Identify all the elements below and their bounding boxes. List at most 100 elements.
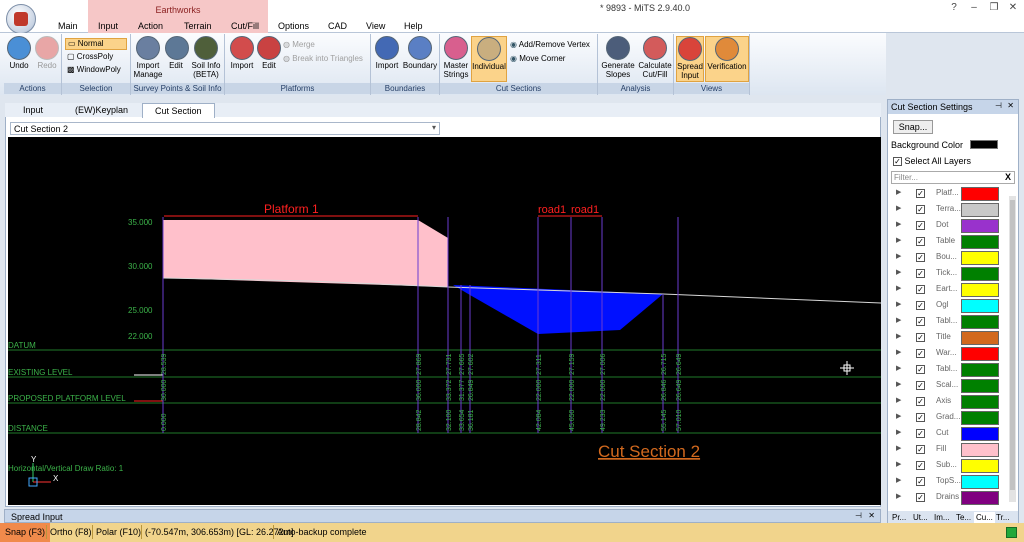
snap-toggle[interactable]: Snap (F3)	[0, 523, 51, 542]
layer-row[interactable]: ▶ ✓ Eart...	[892, 282, 1010, 298]
layer-checkbox[interactable]: ✓	[916, 381, 925, 390]
layer-row[interactable]: ▶ ✓ Bou...	[892, 250, 1010, 266]
doc-tab-cut-section[interactable]: Cut Section	[142, 103, 215, 118]
layer-color-swatch[interactable]	[961, 251, 999, 265]
boundary-import-button[interactable]: Import	[373, 36, 401, 70]
bottom-tab-tr[interactable]: Tr...	[996, 513, 1009, 522]
layer-checkbox[interactable]: ✓	[916, 461, 925, 470]
redo-button[interactable]: Redo	[34, 36, 60, 70]
expand-icon[interactable]: ▶	[896, 444, 901, 452]
bottom-tab-te[interactable]: Te...	[956, 513, 971, 522]
expand-icon[interactable]: ▶	[896, 396, 901, 404]
tab-main[interactable]: Main	[58, 21, 78, 31]
expand-icon[interactable]: ▶	[896, 428, 901, 436]
layer-checkbox[interactable]: ✓	[916, 221, 925, 230]
expand-icon[interactable]: ▶	[896, 460, 901, 468]
panel-close-icon[interactable]: ✕	[1007, 101, 1014, 110]
layer-color-swatch[interactable]	[961, 203, 999, 217]
layer-color-swatch[interactable]	[961, 395, 999, 409]
bg-color-swatch[interactable]	[970, 140, 998, 149]
doc-tab-keyplan[interactable]: (EW)Keyplan	[75, 105, 128, 115]
layer-color-swatch[interactable]	[961, 491, 999, 505]
boundary-button[interactable]: Boundary	[401, 36, 439, 70]
layer-color-swatch[interactable]	[961, 347, 999, 361]
layer-checkbox[interactable]: ✓	[916, 365, 925, 374]
break-triangles-button[interactable]: ◍ Break into Triangles	[283, 54, 363, 64]
spread-input-button[interactable]: Spread Input	[676, 36, 704, 82]
scrollbar-thumb[interactable]	[1010, 200, 1015, 490]
bottom-tab-im[interactable]: Im...	[934, 513, 950, 522]
layer-row[interactable]: ▶ ✓ Fill	[892, 442, 1010, 458]
individual-button[interactable]: Individual	[471, 36, 507, 82]
layer-color-swatch[interactable]	[961, 443, 999, 457]
expand-icon[interactable]: ▶	[896, 236, 901, 244]
expand-icon[interactable]: ▶	[896, 284, 901, 292]
tab-help[interactable]: Help	[404, 21, 423, 31]
layer-color-swatch[interactable]	[961, 267, 999, 281]
expand-icon[interactable]: ▶	[896, 268, 901, 276]
expand-icon[interactable]: ▶	[896, 252, 901, 260]
layer-color-swatch[interactable]	[961, 411, 999, 425]
select-all-layers[interactable]: ✓ Select All Layers	[893, 156, 971, 166]
tab-terrain[interactable]: Terrain	[184, 21, 212, 31]
verification-button[interactable]: Verification	[705, 36, 749, 82]
expand-icon[interactable]: ▶	[896, 188, 901, 196]
layer-row[interactable]: ▶ ✓ War...	[892, 346, 1010, 362]
restore-icon[interactable]: ❐	[984, 2, 1004, 13]
layer-row[interactable]: ▶ ✓ Grad...	[892, 410, 1010, 426]
layer-row[interactable]: ▶ ✓ Dot	[892, 218, 1010, 234]
expand-icon[interactable]: ▶	[896, 492, 901, 500]
tab-options[interactable]: Options	[278, 21, 309, 31]
expand-icon[interactable]: ▶	[896, 380, 901, 388]
crosspoly-button[interactable]: ▢ CrossPoly	[67, 52, 113, 62]
tab-cut-fill[interactable]: Cut/Fill	[231, 21, 259, 31]
close-icon[interactable]: ✕	[1003, 2, 1023, 13]
layer-row[interactable]: ▶ ✓ Axis	[892, 394, 1010, 410]
layer-color-swatch[interactable]	[961, 379, 999, 393]
survey-edit-button[interactable]: Edit	[165, 36, 189, 70]
spread-close-icon[interactable]: ✕	[868, 511, 875, 520]
layer-row[interactable]: ▶ ✓ Platf...	[892, 186, 1010, 202]
snap-button[interactable]: Snap...	[893, 120, 933, 134]
expand-icon[interactable]: ▶	[896, 348, 901, 356]
ortho-toggle[interactable]: Ortho (F8)	[50, 527, 92, 537]
minimize-icon[interactable]: –	[964, 2, 984, 13]
layer-row[interactable]: ▶ ✓ Ogl	[892, 298, 1010, 314]
expand-icon[interactable]: ▶	[896, 204, 901, 212]
tab-input[interactable]: Input	[98, 21, 118, 31]
platform-edit-button[interactable]: Edit	[257, 36, 281, 70]
add-remove-vertex-button[interactable]: ◉ Add/Remove Vertex	[510, 40, 590, 50]
layer-checkbox[interactable]: ✓	[916, 317, 925, 326]
layer-row[interactable]: ▶ ✓ Drains	[892, 490, 1010, 506]
import-manage-button[interactable]: Import Manage	[132, 36, 164, 79]
layer-checkbox[interactable]: ✓	[916, 285, 925, 294]
tab-cad[interactable]: CAD	[328, 21, 347, 31]
expand-icon[interactable]: ▶	[896, 476, 901, 484]
generate-slopes-button[interactable]: Generate Slopes	[600, 36, 636, 79]
soil-info-button[interactable]: Soil Info (BETA)	[189, 36, 223, 79]
layer-checkbox[interactable]: ✓	[916, 237, 925, 246]
cut-section-canvas[interactable]: Platform 1 road1 road1 35.000 30.000 25.…	[8, 137, 881, 505]
layer-color-swatch[interactable]	[961, 475, 999, 489]
layer-color-swatch[interactable]	[961, 187, 999, 201]
doc-tab-input[interactable]: Input	[23, 105, 43, 115]
layer-checkbox[interactable]: ✓	[916, 301, 925, 310]
layer-color-swatch[interactable]	[961, 459, 999, 473]
layer-row[interactable]: ▶ ✓ TopS...	[892, 474, 1010, 490]
tab-view[interactable]: View	[366, 21, 385, 31]
layer-color-swatch[interactable]	[961, 331, 999, 345]
clear-icon[interactable]: X	[1005, 172, 1011, 182]
layer-scrollbar[interactable]	[1009, 196, 1016, 502]
layer-row[interactable]: ▶ ✓ Cut	[892, 426, 1010, 442]
calculate-cut-fill-button[interactable]: Calculate Cut/Fill	[637, 36, 673, 79]
pin-icon[interactable]: ⊣	[995, 101, 1002, 110]
section-dropdown[interactable]: Cut Section 2 ▾	[10, 122, 440, 135]
layer-checkbox[interactable]: ✓	[916, 269, 925, 278]
layer-checkbox[interactable]: ✓	[916, 445, 925, 454]
layer-checkbox[interactable]: ✓	[916, 349, 925, 358]
layer-row[interactable]: ▶ ✓ Title	[892, 330, 1010, 346]
layer-row[interactable]: ▶ ✓ Scal...	[892, 378, 1010, 394]
layer-row[interactable]: ▶ ✓ Terra...	[892, 202, 1010, 218]
help-icon[interactable]: ?	[944, 2, 964, 13]
merge-button[interactable]: ◍ Merge	[283, 40, 315, 50]
